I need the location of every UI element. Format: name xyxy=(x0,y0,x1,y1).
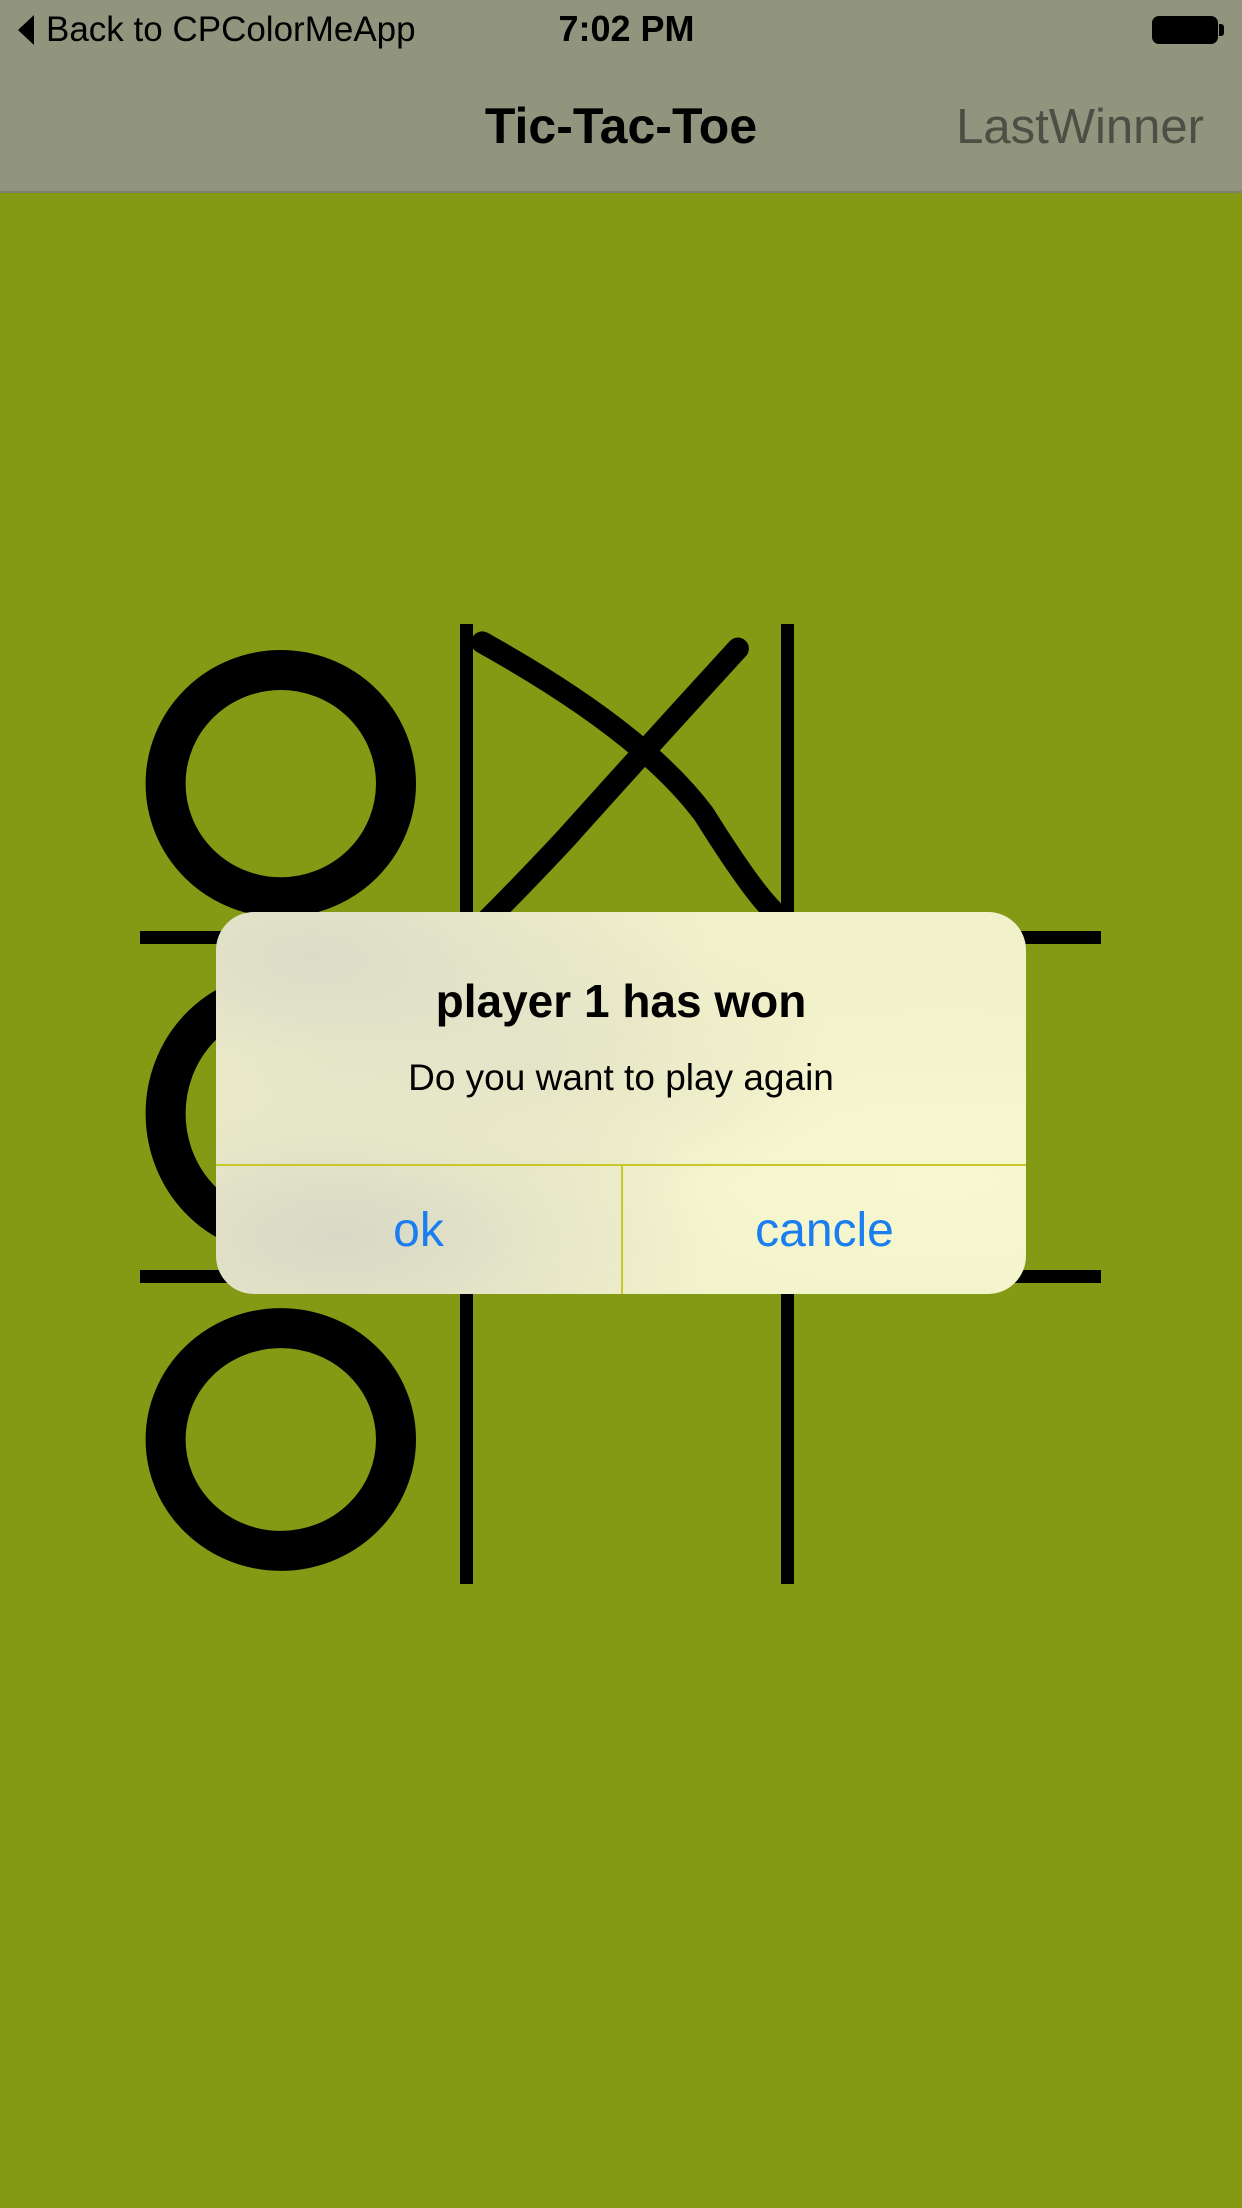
alert-message: Do you want to play again xyxy=(408,1057,834,1098)
game-over-alert: player 1 has won Do you want to play aga… xyxy=(216,912,1026,1294)
alert-overlay: player 1 has won Do you want to play aga… xyxy=(0,0,1242,2208)
cancel-button[interactable]: cancle xyxy=(623,1166,1026,1294)
alert-title: player 1 has won xyxy=(435,975,807,1027)
ok-button[interactable]: ok xyxy=(216,1166,621,1294)
